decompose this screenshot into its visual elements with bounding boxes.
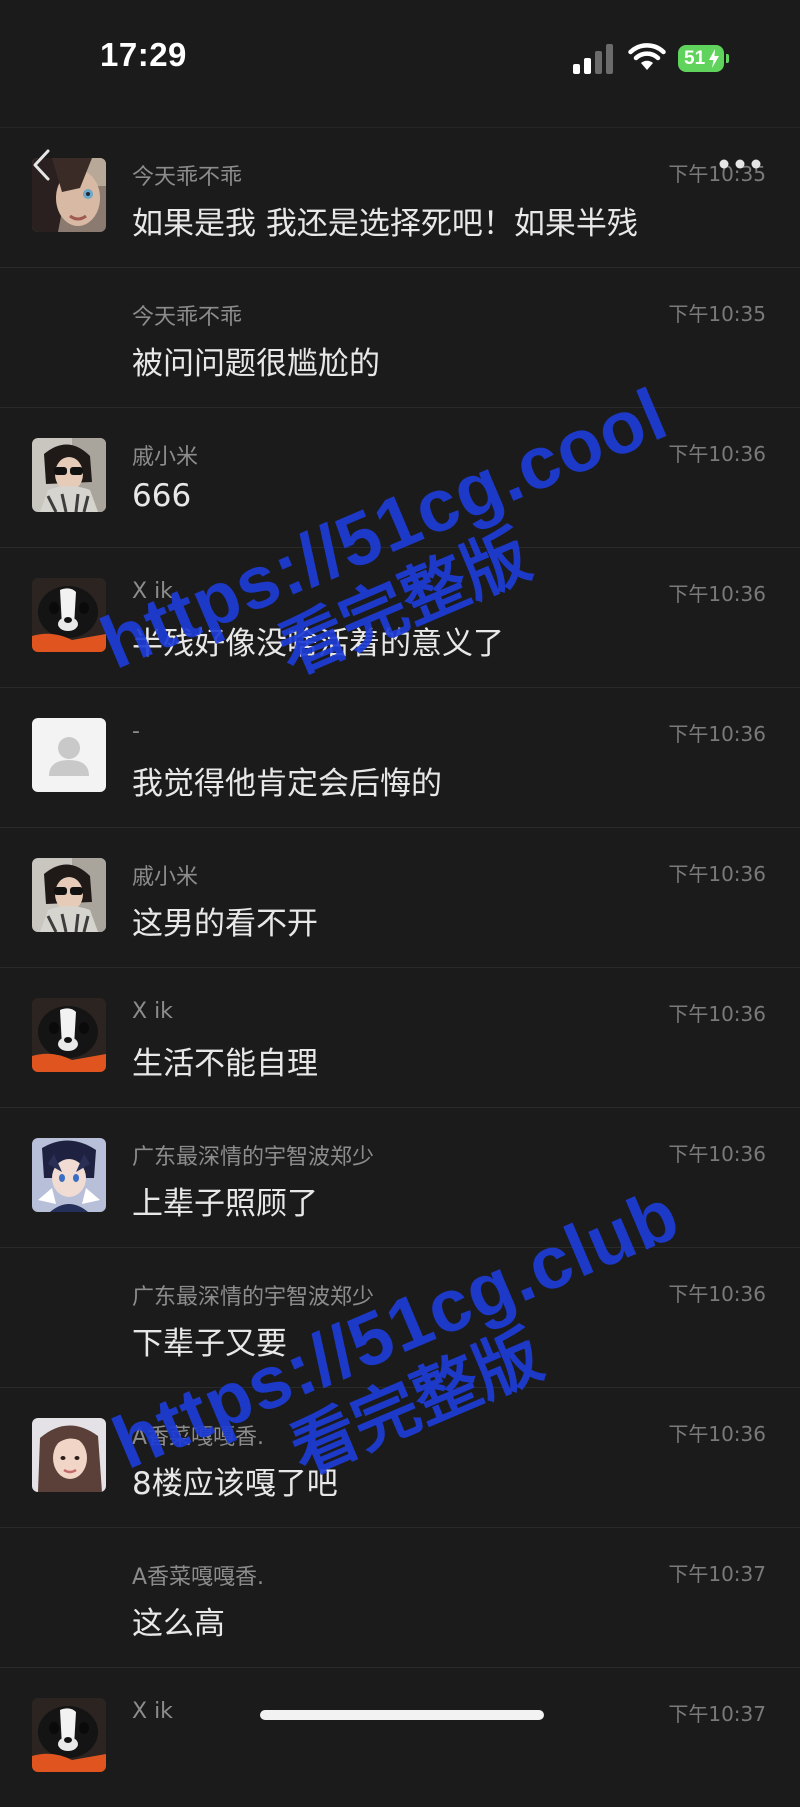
list-item[interactable]: X ik 半残好像没啥活着的意义了 下午10:36 bbox=[0, 547, 800, 687]
list-item[interactable]: 戚小米 这男的看不开 下午10:36 bbox=[0, 827, 800, 967]
list-item[interactable]: 今天乖不乖 如果是我 我还是选择死吧！如果半残 下午10:35 bbox=[0, 127, 800, 267]
default-user-icon[interactable] bbox=[32, 718, 106, 792]
sender-name: 广东最深情的宇智波郑少 bbox=[132, 1285, 375, 1310]
avatar[interactable] bbox=[32, 1698, 106, 1772]
list-item[interactable]: - 我觉得他肯定会后悔的 下午10:36 bbox=[0, 687, 800, 827]
message-text: 下辈子又要 bbox=[132, 1326, 287, 1362]
message-text: 上辈子照顾了 bbox=[132, 1186, 318, 1222]
charging-bolt-icon bbox=[709, 49, 719, 68]
timestamp: 下午10:36 bbox=[668, 1282, 766, 1306]
message-text: 被问问题很尴尬的 bbox=[132, 346, 380, 382]
list-item[interactable]: A香菜嘎嘎香. 8楼应该嘎了吧 下午10:36 bbox=[0, 1387, 800, 1527]
sender-name: X ik bbox=[132, 1699, 173, 1724]
list-item[interactable]: 广东最深情的宇智波郑少 上辈子照顾了 下午10:36 bbox=[0, 1107, 800, 1247]
avatar[interactable] bbox=[32, 998, 106, 1072]
status-time: 17:29 bbox=[100, 36, 187, 73]
avatar[interactable] bbox=[32, 1418, 106, 1492]
message-list: 今天乖不乖 如果是我 我还是选择死吧！如果半残 下午10:35 今天乖不乖 被问… bbox=[0, 127, 800, 1807]
sender-name: 戚小米 bbox=[132, 445, 199, 470]
timestamp: 下午10:36 bbox=[668, 582, 766, 606]
list-item[interactable]: X ik 下午10:37 bbox=[0, 1667, 800, 1807]
avatar[interactable] bbox=[32, 1138, 106, 1212]
timestamp: 下午10:37 bbox=[668, 1702, 766, 1726]
timestamp: 下午10:36 bbox=[668, 1422, 766, 1446]
message-text: 半残好像没啥活着的意义了 bbox=[132, 626, 504, 662]
list-item[interactable]: 戚小米 666 下午10:36 bbox=[0, 407, 800, 547]
battery-indicator: 51 bbox=[678, 45, 730, 72]
message-text: 生活不能自理 bbox=[132, 1046, 318, 1082]
sender-name: A香菜嘎嘎香. bbox=[132, 1565, 265, 1590]
avatar[interactable] bbox=[32, 438, 106, 512]
message-text: 如果是我 我还是选择死吧！如果半残 bbox=[132, 206, 638, 242]
message-text: 我觉得他肯定会后悔的 bbox=[132, 766, 442, 802]
timestamp: 下午10:36 bbox=[668, 442, 766, 466]
timestamp: 下午10:37 bbox=[668, 1562, 766, 1586]
sender-name: 戚小米 bbox=[132, 865, 199, 890]
list-item[interactable]: X ik 生活不能自理 下午10:36 bbox=[0, 967, 800, 1107]
timestamp: 下午10:36 bbox=[668, 722, 766, 746]
list-item[interactable]: 今天乖不乖 被问问题很尴尬的 下午10:35 bbox=[0, 267, 800, 407]
sender-name: X ik bbox=[132, 999, 173, 1024]
status-bar: 17:29 51 bbox=[0, 0, 800, 118]
battery-cap bbox=[726, 54, 729, 63]
home-indicator[interactable] bbox=[260, 1710, 544, 1720]
list-item[interactable]: A香菜嘎嘎香. 这么高 下午10:37 bbox=[0, 1527, 800, 1667]
back-chevron-icon[interactable] bbox=[30, 148, 54, 182]
wifi-icon bbox=[628, 43, 666, 70]
avatar[interactable] bbox=[32, 858, 106, 932]
message-text: 这么高 bbox=[132, 1606, 225, 1642]
message-text: 666 bbox=[132, 478, 192, 514]
sender-name: 广东最深情的宇智波郑少 bbox=[132, 1145, 375, 1170]
cellular-signal-icon bbox=[573, 44, 613, 74]
timestamp: 下午10:35 bbox=[668, 302, 766, 326]
more-options-icon[interactable] bbox=[716, 156, 764, 172]
message-text: 8楼应该嘎了吧 bbox=[132, 1466, 338, 1502]
sender-name: A香菜嘎嘎香. bbox=[132, 1425, 265, 1450]
sender-name: 今天乖不乖 bbox=[132, 305, 243, 330]
list-item[interactable]: 广东最深情的宇智波郑少 下辈子又要 下午10:36 bbox=[0, 1247, 800, 1387]
timestamp: 下午10:36 bbox=[668, 1142, 766, 1166]
sender-name: X ik bbox=[132, 579, 173, 604]
sender-name: 今天乖不乖 bbox=[132, 165, 243, 190]
timestamp: 下午10:36 bbox=[668, 1002, 766, 1026]
sender-name: - bbox=[132, 719, 140, 744]
avatar[interactable] bbox=[32, 578, 106, 652]
timestamp: 下午10:36 bbox=[668, 862, 766, 886]
message-text: 这男的看不开 bbox=[132, 906, 318, 942]
